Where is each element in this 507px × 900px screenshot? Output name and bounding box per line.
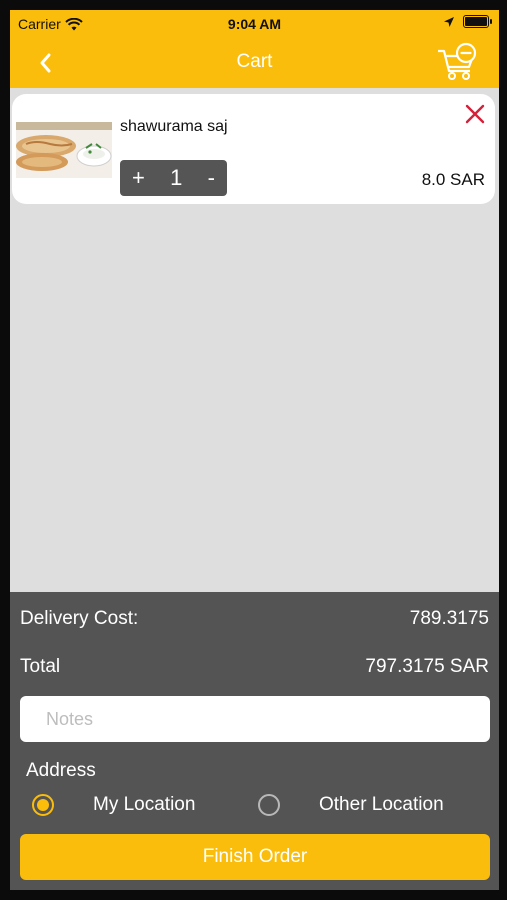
page-title: Cart [236, 51, 273, 72]
radio-selected-icon[interactable] [32, 794, 54, 816]
location-arrow-icon [444, 16, 454, 27]
notes-input[interactable] [20, 696, 490, 742]
total-label: Total [20, 656, 61, 677]
top-bar: Carrier 9:04 AM Cart [10, 10, 499, 88]
address-option-label: Other Location [319, 794, 444, 815]
cart-remove-icon[interactable] [437, 42, 479, 82]
clock: 9:04 AM [227, 16, 282, 32]
status-bar: Carrier 9:04 AM [10, 10, 499, 38]
cart-item: shawurama saj + 1 - 8.0 SAR [12, 94, 495, 204]
cart-list: shawurama saj + 1 - 8.0 SAR [10, 88, 499, 590]
app-screen: Carrier 9:04 AM Cart shawurama saj + 1 -… [10, 10, 499, 890]
close-icon[interactable] [463, 102, 487, 126]
delivery-row: Delivery Cost: 789.3175 [20, 608, 489, 630]
total-value: 797.3175 SAR [365, 656, 489, 677]
nav-header: Cart [10, 40, 499, 86]
address-option-my-location[interactable]: My Location [32, 794, 195, 816]
total-row: Total 797.3175 SAR [20, 656, 489, 678]
address-option-other-location[interactable]: Other Location [258, 794, 444, 816]
order-summary-panel: Delivery Cost: 789.3175 Total 797.3175 S… [10, 592, 499, 890]
decrement-button[interactable]: - [208, 165, 215, 191]
quantity-stepper: + 1 - [120, 160, 227, 196]
delivery-value: 789.3175 [409, 608, 489, 629]
item-name: shawurama saj [120, 118, 228, 135]
address-option-label: My Location [93, 794, 196, 815]
status-right [443, 15, 492, 28]
product-image [16, 122, 112, 178]
radio-unselected-icon[interactable] [258, 794, 280, 816]
quantity-value: 1 [170, 165, 183, 190]
finish-order-button[interactable]: Finish Order [20, 834, 490, 880]
delivery-label: Delivery Cost: [20, 608, 139, 629]
battery-icon [463, 15, 492, 28]
address-label: Address [26, 760, 96, 781]
increment-button[interactable]: + [132, 165, 145, 191]
item-price: 8.0 SAR [421, 170, 485, 189]
